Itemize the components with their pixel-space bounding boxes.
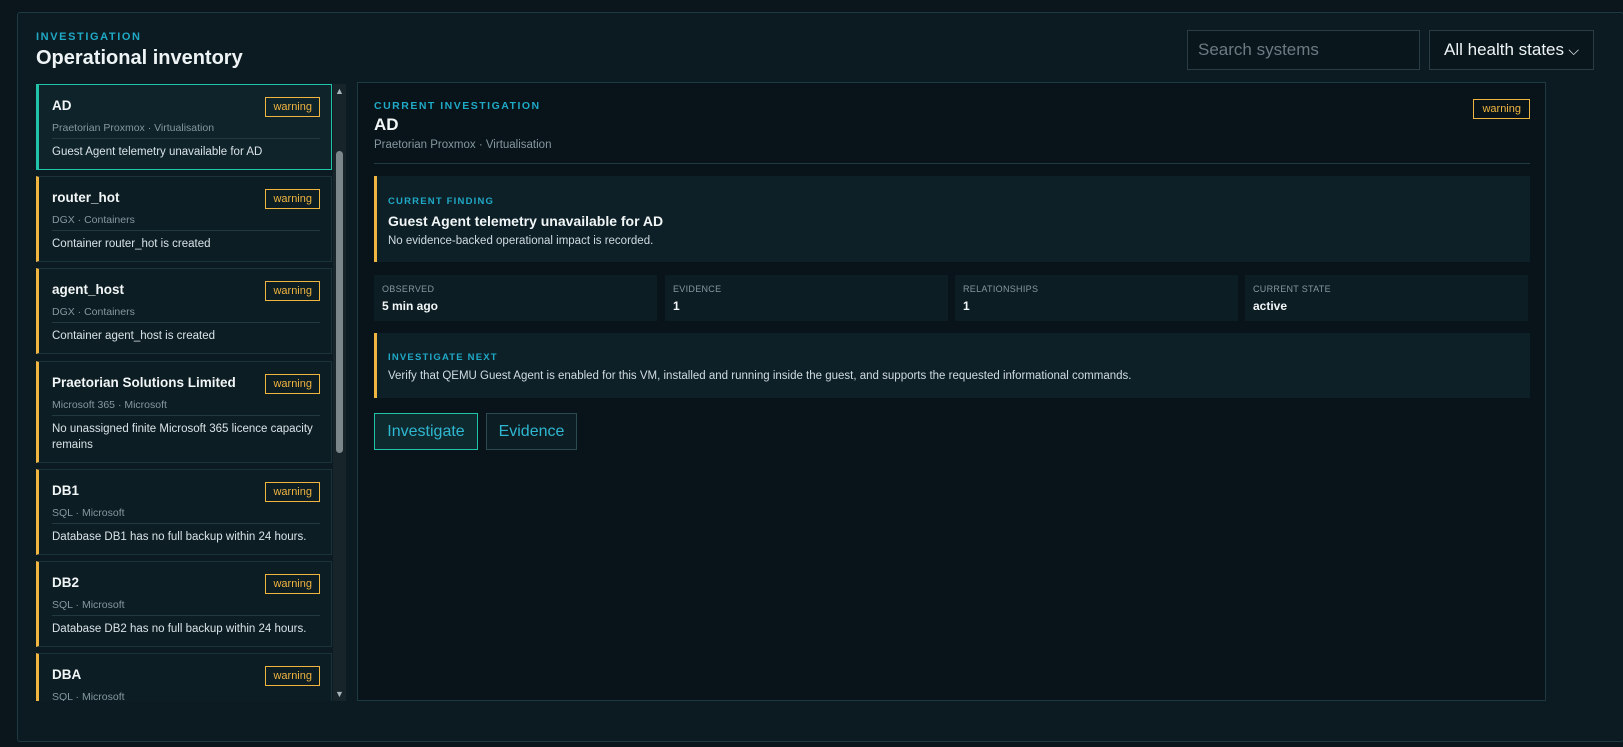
finding-label: CURRENT FINDING [388,196,495,207]
stat-value: 5 min ago [382,299,439,313]
system-list: AD warning Praetorian Proxmox · Virtuali… [36,84,332,701]
detail-source: Praetorian Proxmox · Virtualisation [374,139,552,151]
stat-value: 1 [673,299,680,313]
search-input[interactable] [1187,30,1420,70]
stat-value: 1 [963,299,970,313]
stat-label: CURRENT STATE [1253,284,1331,294]
system-card[interactable]: router_hot warning DGX · Containers Cont… [36,176,332,262]
system-source: DGX · Containers [52,214,135,226]
status-badge: warning [265,666,320,686]
stat-value: active [1253,299,1288,313]
status-badge: warning [1473,99,1530,119]
status-badge: warning [265,97,320,117]
section-eyebrow: INVESTIGATION [36,31,142,43]
stat-label: EVIDENCE [673,284,722,294]
stat-current-state: CURRENT STATE active [1245,275,1528,321]
card-divider [52,523,320,524]
system-name: Praetorian Solutions Limited [52,375,236,390]
system-card[interactable]: DB1 warning SQL · Microsoft Database DB1… [36,469,332,555]
system-source: SQL · Microsoft [52,691,125,701]
stat-label: RELATIONSHIPS [963,284,1039,294]
status-badge: warning [265,574,320,594]
stat-relationships: RELATIONSHIPS 1 [955,275,1238,321]
investigate-next: INVESTIGATE NEXT Verify that QEMU Guest … [374,333,1530,398]
detail-divider [374,163,1530,164]
next-label: INVESTIGATE NEXT [388,352,498,363]
scrollbar-thumb[interactable] [336,151,343,453]
system-card[interactable]: DBA warning SQL · Microsoft [36,653,332,701]
system-name: AD [52,98,72,113]
status-badge: warning [265,189,320,209]
list-scrollbar[interactable]: ▲ ▼ [333,84,346,701]
system-card[interactable]: Praetorian Solutions Limited warning Mic… [36,361,332,463]
finding-text: No evidence-backed operational impact is… [388,235,654,247]
detail-title: AD [374,115,399,134]
system-finding: Container agent_host is created [52,330,216,342]
evidence-button[interactable]: Evidence [486,413,577,450]
card-divider [52,322,320,323]
system-finding: Database DB1 has no full backup within 2… [52,531,307,543]
detail-eyebrow: CURRENT INVESTIGATION [374,100,541,112]
system-finding: Guest Agent telemetry unavailable for AD [52,146,263,158]
scroll-up-arrow-icon[interactable]: ▲ [333,84,346,98]
investigation-detail: CURRENT INVESTIGATION AD Praetorian Prox… [357,82,1546,701]
stat-evidence: EVIDENCE 1 [665,275,948,321]
finding-headline: Guest Agent telemetry unavailable for AD [388,213,664,229]
system-source: SQL · Microsoft [52,599,125,611]
system-finding: Database DB2 has no full backup within 2… [52,623,307,635]
system-finding: Container router_hot is created [52,238,211,250]
system-card[interactable]: DB2 warning SQL · Microsoft Database DB2… [36,561,332,647]
card-divider [52,615,320,616]
card-divider [52,415,320,416]
inventory-panel: INVESTIGATION Operational inventory All … [17,12,1623,742]
system-source: Praetorian Proxmox · Virtualisation [52,122,215,134]
system-name: DB1 [52,483,80,498]
chevron-down-icon: ⌵ [1568,41,1579,58]
stat-label: OBSERVED [382,284,435,294]
system-source: DGX · Containers [52,306,135,318]
page-title: Operational inventory [36,47,243,69]
system-name: DB2 [52,575,80,590]
stat-observed: OBSERVED 5 min ago [374,275,657,321]
health-state-select[interactable]: All health states ⌵ [1429,30,1594,70]
card-divider [52,230,320,231]
card-divider [52,138,320,139]
system-source: Microsoft 365 · Microsoft [52,399,167,411]
system-name: router_hot [52,190,120,205]
next-text: Verify that QEMU Guest Agent is enabled … [388,370,1132,382]
status-badge: warning [265,482,320,502]
system-name: agent_host [52,282,125,297]
status-badge: warning [265,374,320,394]
system-card[interactable]: AD warning Praetorian Proxmox · Virtuali… [36,84,332,170]
scroll-down-arrow-icon[interactable]: ▼ [333,687,346,701]
health-state-select-value: All health states [1444,40,1565,59]
system-source: SQL · Microsoft [52,507,125,519]
investigate-button[interactable]: Investigate [374,413,478,450]
system-card[interactable]: agent_host warning DGX · Containers Cont… [36,268,332,354]
current-finding: CURRENT FINDING Guest Agent telemetry un… [374,176,1530,262]
system-name: DBA [52,667,82,682]
status-badge: warning [265,281,320,301]
system-finding: No unassigned finite Microsoft 365 licen… [52,423,313,451]
